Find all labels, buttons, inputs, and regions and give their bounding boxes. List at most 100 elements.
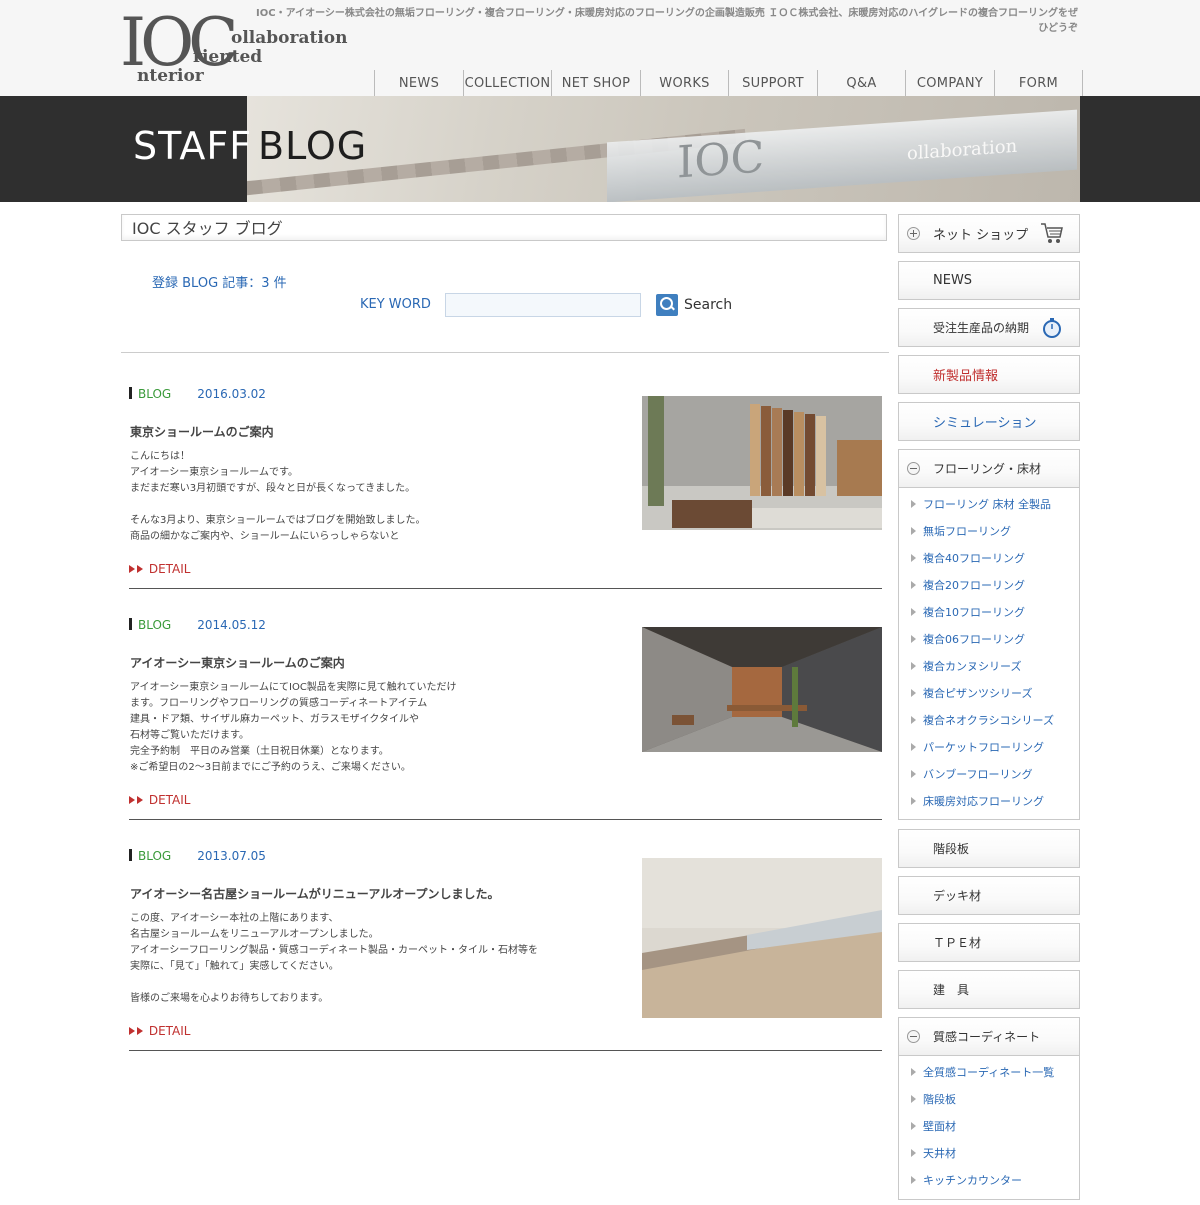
nav-net-shop[interactable]: NET SHOP xyxy=(551,70,640,96)
sidebar-item-composite-06[interactable]: 複合06フローリング xyxy=(899,625,1079,652)
site-tagline: IOC・アイオーシー株式会社の無垢フローリング・複合フローリング・床暖房対応のフ… xyxy=(250,6,1078,36)
logo-line-2: riented xyxy=(193,47,263,67)
sidebar-flooring[interactable]: フローリング・床材 xyxy=(898,449,1080,488)
sidebar-item-stairs[interactable]: 階段板 xyxy=(899,1085,1079,1112)
banner-glass-sign: IOC ollaboration xyxy=(607,109,1077,202)
nav-qa[interactable]: Q&A xyxy=(817,70,905,96)
sidebar-flooring-label: フローリング・床材 xyxy=(933,462,1042,476)
minus-icon xyxy=(907,1030,920,1043)
post-title[interactable]: 東京ショールームのご案内 xyxy=(130,423,274,440)
showroom-photo xyxy=(642,627,882,752)
cart-icon xyxy=(1041,223,1063,243)
search-button[interactable]: Search xyxy=(656,294,732,316)
post-date: 2016.03.02 xyxy=(197,387,266,401)
sidebar-net-shop[interactable]: ネット ショップ xyxy=(898,214,1080,253)
blog-post: BLOG 2014.05.12 アイオーシー東京ショールームのご案内 アイオーシー… xyxy=(129,618,882,821)
post-category[interactable]: BLOG xyxy=(138,618,171,632)
sidebar-item-composite-10[interactable]: 複合10フローリング xyxy=(899,598,1079,625)
nav-form[interactable]: FORM xyxy=(994,70,1083,96)
divider xyxy=(121,352,889,353)
sidebar-net-shop-label: ネット ショップ xyxy=(933,228,1029,243)
plus-icon xyxy=(907,227,920,240)
blog-post: BLOG 2016.03.02 東京ショールームのご案内 こんにちは！ アイオーシ… xyxy=(129,387,882,590)
post-thumbnail[interactable] xyxy=(642,396,882,530)
nav-company[interactable]: COMPANY xyxy=(905,70,994,96)
sidebar-simulation[interactable]: シミュレーション xyxy=(898,402,1080,441)
banner-photo: IOC ollaboration xyxy=(247,96,1080,202)
sidebar-new-products-label: 新製品情報 xyxy=(933,369,999,384)
sidebar-item-neoclassico-series[interactable]: 複合ネオクラシコシリーズ xyxy=(899,706,1079,733)
detail-link[interactable]: DETAIL xyxy=(129,562,190,576)
arrow-icon xyxy=(129,796,135,804)
sidebar-item-all-coordinate[interactable]: 全質感コーディネート一覧 xyxy=(899,1058,1079,1085)
banner-title-staff: STAFF xyxy=(133,124,253,168)
sidebar-item-ceiling[interactable]: 天井材 xyxy=(899,1139,1079,1166)
sidebar-item-parquet[interactable]: パーケットフローリング xyxy=(899,733,1079,760)
sidebar-deck[interactable]: デッキ材 xyxy=(898,876,1080,915)
post-rule xyxy=(129,588,882,589)
arrow-icon xyxy=(137,1027,143,1035)
detail-label: DETAIL xyxy=(148,793,191,807)
sidebar-news[interactable]: NEWS xyxy=(898,261,1080,300)
meta-bar xyxy=(129,387,132,399)
sidebar-delivery-label: 受注生産品の納期 xyxy=(933,321,1030,335)
post-title[interactable]: アイオーシー東京ショールームのご案内 xyxy=(130,654,345,671)
sidebar-tpe-label: ＴＰＥ材 xyxy=(933,936,982,950)
sidebar-item-solid-flooring[interactable]: 無垢フローリング xyxy=(899,517,1079,544)
post-category[interactable]: BLOG xyxy=(138,387,171,401)
sidebar-coordinate[interactable]: 質感コーディネート xyxy=(898,1017,1080,1056)
post-date: 2013.07.05 xyxy=(197,849,266,863)
sidebar-item-wall[interactable]: 壁面材 xyxy=(899,1112,1079,1139)
post-body: こんにちは！ アイオーシー東京ショールームです。 まだまだ寒い3月初頭ですが、段… xyxy=(130,451,426,542)
post-thumbnail[interactable] xyxy=(642,858,882,1018)
keyword-label: KEY WORD xyxy=(360,297,431,312)
sidebar-tpe[interactable]: ＴＰＥ材 xyxy=(898,923,1080,962)
blog-post: BLOG 2013.07.05 アイオーシー名古屋ショールームがリニューアルオープ… xyxy=(129,849,882,1052)
detail-link[interactable]: DETAIL xyxy=(129,793,190,807)
sidebar-item-all-flooring[interactable]: フローリング 床材 全製品 xyxy=(899,490,1079,517)
post-rule xyxy=(129,1050,882,1051)
sidebar-delivery[interactable]: 受注生産品の納期 xyxy=(898,308,1080,347)
detail-label: DETAIL xyxy=(148,1024,191,1038)
keyword-input[interactable] xyxy=(445,293,641,317)
sidebar-deck-label: デッキ材 xyxy=(933,889,982,903)
post-meta: BLOG 2013.07.05 xyxy=(129,849,266,863)
post-rule xyxy=(129,819,882,820)
nav-support[interactable]: SUPPORT xyxy=(728,70,817,96)
sidebar-item-kitchen-counter[interactable]: キッチンカウンター xyxy=(899,1166,1079,1193)
arrow-icon xyxy=(137,565,143,573)
banner-title-blog: BLOG xyxy=(258,124,368,168)
post-meta: BLOG 2014.05.12 xyxy=(129,618,266,632)
post-count: 登録 BLOG 記事：3 件 xyxy=(152,276,287,291)
post-thumbnail[interactable] xyxy=(642,627,882,752)
sidebar-item-floor-heating[interactable]: 床暖房対応フローリング xyxy=(899,787,1079,814)
search-icon xyxy=(656,294,678,316)
sidebar-fittings-label: 建 具 xyxy=(933,983,970,997)
sidebar-item-byzantine-series[interactable]: 複合ピザンツシリーズ xyxy=(899,679,1079,706)
nav-news[interactable]: NEWS xyxy=(374,70,463,96)
detail-link[interactable]: DETAIL xyxy=(129,1024,190,1038)
banner-glass-text-1: IOC xyxy=(677,131,765,189)
logo-line-3: nterior xyxy=(137,66,204,86)
detail-label: DETAIL xyxy=(148,562,191,576)
sidebar-simulation-label: シミュレーション xyxy=(933,416,1037,431)
banner-glass-text-2: ollaboration xyxy=(907,135,1018,165)
post-body: アイオーシー東京ショールームにてIOC製品を実際に見て触れていただけ ます。フロ… xyxy=(130,682,457,773)
nav-works[interactable]: WORKS xyxy=(640,70,728,96)
sidebar-flooring-list: フローリング 床材 全製品 無垢フローリング 複合40フローリング 複合20フロ… xyxy=(898,488,1080,820)
sidebar-item-bamboo[interactable]: バンブーフローリング xyxy=(899,760,1079,787)
tagline-line-2: ひどうぞ xyxy=(1038,23,1078,34)
sidebar-coordinate-list: 全質感コーディネート一覧 階段板 壁面材 天井材 キッチンカウンター xyxy=(898,1056,1080,1200)
post-category[interactable]: BLOG xyxy=(138,849,171,863)
sidebar-item-composite-20[interactable]: 複合20フローリング xyxy=(899,571,1079,598)
showroom-photo xyxy=(642,858,882,1018)
showroom-photo xyxy=(642,396,882,530)
sidebar-coordinate-label: 質感コーディネート xyxy=(933,1030,1041,1044)
sidebar-item-cannes-series[interactable]: 複合カンヌシリーズ xyxy=(899,652,1079,679)
sidebar-fittings[interactable]: 建 具 xyxy=(898,970,1080,1009)
sidebar-item-composite-40[interactable]: 複合40フローリング xyxy=(899,544,1079,571)
sidebar-new-products[interactable]: 新製品情報 xyxy=(898,355,1080,394)
nav-collection[interactable]: COLLECTION xyxy=(463,70,551,96)
sidebar-stairs[interactable]: 階段板 xyxy=(898,829,1080,868)
post-title[interactable]: アイオーシー名古屋ショールームがリニューアルオープンしました。 xyxy=(130,885,499,902)
